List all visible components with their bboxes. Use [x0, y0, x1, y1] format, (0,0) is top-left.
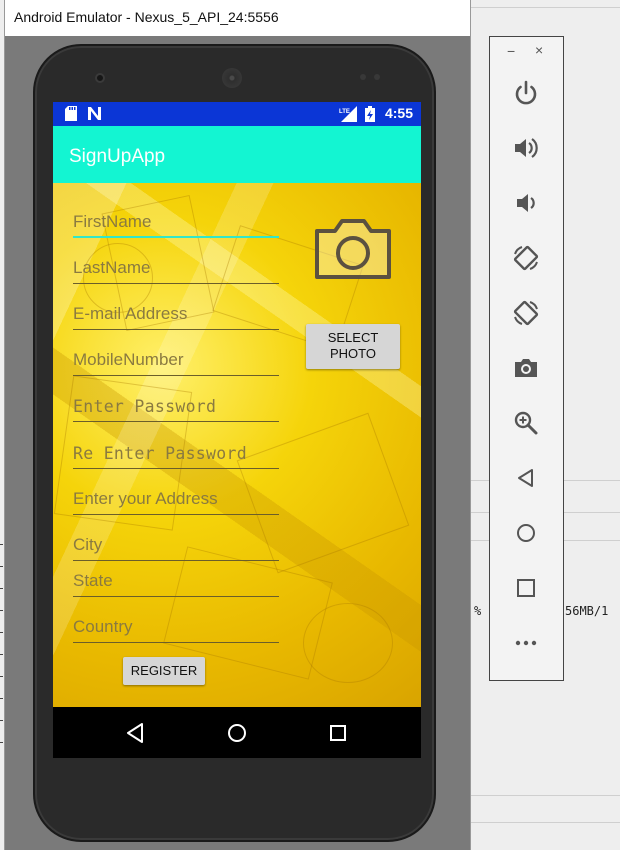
field-underline	[73, 642, 279, 643]
back-button[interactable]	[512, 464, 540, 492]
back-icon	[518, 469, 533, 487]
email-input[interactable]: E-mail Address	[73, 304, 187, 324]
volume-up-button[interactable]	[512, 134, 540, 162]
power-icon	[515, 80, 537, 105]
field-underline	[73, 283, 279, 284]
select-photo-label-line2: PHOTO	[330, 346, 376, 361]
volume-up-icon	[515, 138, 538, 158]
rotate-left-button[interactable]	[512, 244, 540, 272]
re-password-input[interactable]: Re Enter Password	[73, 444, 247, 463]
zoom-icon	[514, 411, 538, 435]
rotate-left-icon	[513, 245, 539, 271]
bg-memory-text: 56MB/1	[565, 604, 609, 618]
register-button[interactable]: REGISTER	[123, 657, 205, 685]
earpiece-speaker	[222, 68, 242, 88]
device-screen: LTE 4:55 SignUpApp FirstName LastName E-…	[53, 102, 421, 758]
zoom-button[interactable]	[512, 409, 540, 437]
bg-decoration	[236, 412, 410, 574]
city-input[interactable]: City	[73, 535, 102, 555]
mobile-input[interactable]: MobileNumber	[73, 350, 184, 370]
navigation-bar	[53, 707, 421, 758]
field-underline	[73, 375, 279, 376]
field-underline	[73, 421, 279, 422]
status-time: 4:55	[384, 105, 413, 121]
battery-icon	[365, 106, 375, 122]
window-title: Android Emulator - Nexus_5_API_24:5556	[14, 9, 279, 25]
camera-icon[interactable]	[313, 217, 393, 281]
svg-text:LTE: LTE	[339, 109, 350, 115]
volume-down-button[interactable]	[512, 189, 540, 217]
bg-divider	[470, 795, 620, 796]
overview-icon	[517, 579, 535, 597]
sd-card-icon	[65, 106, 77, 121]
app-bar: SignUpApp	[53, 126, 421, 183]
screenshot-button[interactable]	[512, 354, 540, 382]
more-button[interactable]	[512, 629, 540, 657]
field-underline	[73, 329, 279, 330]
close-button[interactable]: ×	[535, 42, 543, 58]
emulator-titlebar[interactable]: Android Emulator - Nexus_5_API_24:5556	[5, 0, 470, 36]
signal-lte-icon: LTE	[339, 106, 357, 122]
overview-button[interactable]	[512, 574, 540, 602]
nav-back-icon[interactable]	[123, 721, 147, 745]
home-icon	[517, 524, 535, 542]
bg-divider	[470, 822, 620, 823]
emulator-controls-panel: − ×	[489, 36, 564, 681]
camera-icon	[515, 359, 537, 377]
app-title: SignUpApp	[69, 146, 166, 167]
nav-overview-icon[interactable]	[326, 721, 350, 745]
select-photo-button[interactable]: SELECT PHOTO	[306, 324, 400, 369]
home-button[interactable]	[512, 519, 540, 547]
sensors	[360, 74, 390, 80]
rotate-right-button[interactable]	[512, 299, 540, 327]
power-button[interactable]	[512, 79, 540, 107]
field-underline	[73, 468, 279, 469]
address-input[interactable]: Enter your Address	[73, 489, 218, 509]
nfc-n-icon	[88, 107, 101, 120]
bg-decoration	[303, 603, 393, 683]
bg-decoration	[83, 243, 153, 313]
select-photo-label-line1: SELECT	[327, 330, 379, 345]
state-input[interactable]: State	[73, 571, 113, 591]
front-camera	[95, 73, 105, 83]
firstname-input[interactable]: FirstName	[73, 212, 151, 232]
nav-home-icon[interactable]	[225, 721, 249, 745]
bg-percent-text: %	[474, 604, 482, 618]
volume-down-icon	[517, 194, 535, 212]
field-underline	[73, 596, 279, 597]
field-underline	[73, 236, 279, 238]
rotate-right-icon	[513, 300, 539, 326]
password-input[interactable]: Enter Password	[73, 397, 216, 416]
bg-divider	[470, 7, 620, 8]
signup-form-background: FirstName LastName E-mail Address Mobile…	[53, 183, 421, 707]
country-input[interactable]: Country	[73, 617, 133, 637]
lastname-input[interactable]: LastName	[73, 258, 150, 278]
field-underline	[73, 560, 279, 561]
minimize-button[interactable]: −	[507, 43, 515, 59]
field-underline	[73, 514, 279, 515]
more-icon	[515, 640, 537, 646]
status-bar: LTE 4:55	[53, 102, 421, 126]
